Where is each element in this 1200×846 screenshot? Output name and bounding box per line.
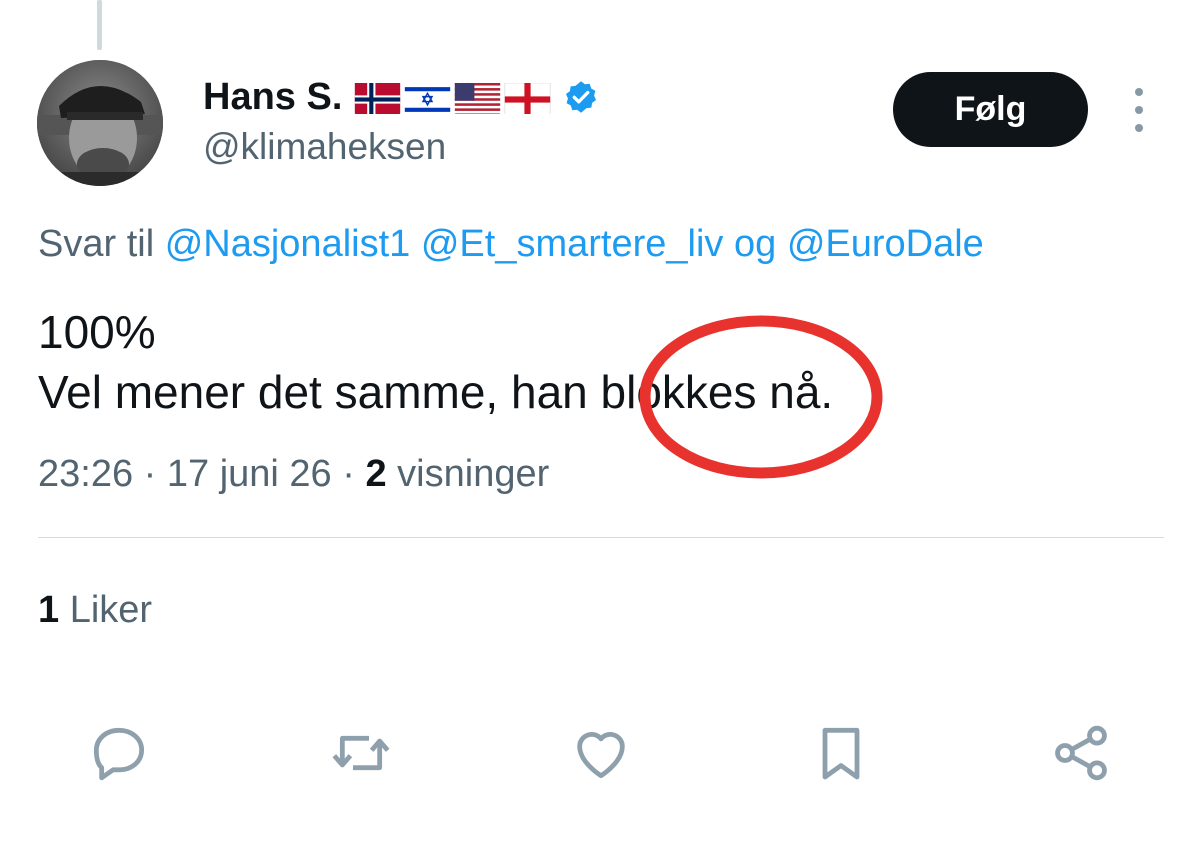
flag-emojis <box>354 81 551 114</box>
reply-icon <box>93 727 145 781</box>
tweet-date[interactable]: 17 juni 26 <box>167 453 332 495</box>
retweet-button[interactable] <box>326 718 396 788</box>
tweet-text-line: 100% <box>38 306 156 358</box>
verified-badge-icon[interactable] <box>563 79 599 115</box>
reply-to-line: Svar til @Nasjonalist1 @Et_smartere_liv … <box>38 220 984 268</box>
usa-flag-icon <box>454 81 501 114</box>
reply-button[interactable] <box>84 718 154 788</box>
views-count: 2 <box>365 453 387 495</box>
england-flag-icon <box>504 81 551 114</box>
norway-flag-icon <box>354 81 401 114</box>
israel-flag-icon <box>404 81 451 114</box>
like-button[interactable] <box>566 718 636 788</box>
views-label: visninger <box>397 453 550 495</box>
mention-link-et-smartere-liv[interactable]: @Et_smartere_liv <box>421 223 724 265</box>
tweet-text-line: Vel mener det samme, han blokkes nå. <box>38 366 834 418</box>
thread-connector-line <box>97 0 102 50</box>
divider <box>38 537 1164 538</box>
likes-count: 1 <box>38 589 60 631</box>
avatar[interactable] <box>37 60 163 186</box>
likes-count-link[interactable]: 1 Liker <box>38 586 152 634</box>
tweet-time[interactable]: 23:26 <box>38 453 133 495</box>
share-icon <box>1055 725 1107 781</box>
bookmark-button[interactable] <box>806 718 876 788</box>
author-display-name[interactable]: Hans S. <box>203 74 342 120</box>
author-handle[interactable]: @klimaheksen <box>203 125 446 169</box>
more-dot <box>1135 88 1143 96</box>
meta-separator: · <box>342 453 355 495</box>
more-dot <box>1135 106 1143 114</box>
avatar-photo <box>37 60 163 186</box>
more-options-icon[interactable] <box>1122 88 1156 132</box>
more-dot <box>1135 124 1143 132</box>
tweet-metadata: 23:26 · 17 juni 26 · 2 visninger <box>38 450 549 498</box>
reply-to-prefix: Svar til <box>38 223 155 265</box>
follow-button[interactable]: Følg <box>893 72 1088 147</box>
retweet-icon <box>332 735 390 771</box>
mention-link-eurodale[interactable]: @EuroDale <box>787 223 984 265</box>
like-icon <box>577 732 625 779</box>
author-display-name-row[interactable]: Hans S. <box>203 74 599 120</box>
meta-separator: · <box>143 453 157 495</box>
share-button[interactable] <box>1046 718 1116 788</box>
likes-label: Liker <box>69 589 153 631</box>
bookmark-icon <box>822 727 860 780</box>
reply-to-joiner: og <box>733 223 777 265</box>
tweet-text: 100% Vel mener det samme, han blokkes nå… <box>38 302 833 422</box>
mention-link-nasjonalist1[interactable]: @Nasjonalist1 <box>165 223 411 265</box>
